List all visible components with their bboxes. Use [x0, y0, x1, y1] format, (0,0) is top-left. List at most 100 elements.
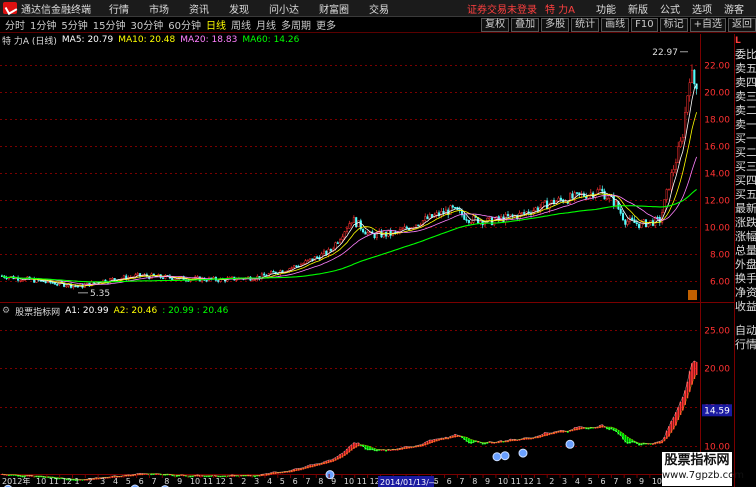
candle-body: [621, 213, 625, 221]
quote-field[interactable]: 卖三: [735, 90, 756, 104]
price-axis-label: 20.00: [704, 89, 730, 99]
candle-body: [329, 249, 332, 251]
candle-body: [56, 284, 59, 286]
date-axis-label: 4: [575, 477, 580, 486]
ma10-line: [1, 112, 697, 287]
candle-body: [488, 217, 491, 219]
candle-body: [470, 222, 473, 224]
quote-field[interactable]: 涨幅: [735, 230, 756, 244]
kline-chart[interactable]: 22.0020.0018.0016.0014.0012.0010.008.006…: [0, 0, 734, 487]
candle-body: [665, 189, 668, 200]
quote-field[interactable]: 买三: [735, 160, 756, 174]
candle-body: [543, 200, 546, 203]
quote-field[interactable]: 换手: [735, 272, 756, 286]
info-mine-icon: [688, 290, 697, 300]
quote-field[interactable]: 外盘: [735, 258, 756, 272]
quote-field[interactable]: 最新: [735, 202, 756, 216]
candle-body: [559, 197, 562, 201]
candle-body: [304, 260, 307, 264]
candle-body: [171, 277, 174, 281]
date-axis-label: 6: [139, 477, 144, 486]
sub-axis-label: 25.00: [704, 327, 730, 337]
quote-field[interactable]: 行情: [735, 338, 756, 352]
quote-field[interactable]: 买二: [735, 146, 756, 160]
candle-body: [355, 217, 358, 228]
quote-field[interactable]: 总量: [735, 244, 756, 258]
candle-body: [571, 193, 574, 199]
candle-body: [113, 278, 116, 281]
panel-badge: L: [735, 36, 741, 46]
candle-body: [681, 137, 684, 142]
candle-body: [506, 214, 510, 217]
date-axis-label: 10: [190, 477, 200, 486]
date-axis-label: 10: [36, 477, 46, 486]
date-axis-label: 7: [151, 477, 156, 486]
candle-body: [334, 242, 337, 250]
candle-body: [644, 219, 648, 227]
date-axis-label: 11: [203, 477, 213, 486]
sub-axis-label: 10.00: [704, 443, 730, 453]
candle-body: [357, 220, 360, 228]
current-value-tag-label: 14.59: [704, 406, 730, 416]
quote-field[interactable]: 卖四: [735, 76, 756, 90]
candle-body: [626, 220, 629, 225]
candle-body: [424, 216, 427, 221]
date-axis-label: 6: [293, 477, 298, 486]
quote-field[interactable]: 涨跌: [735, 216, 756, 230]
candle-body: [111, 278, 114, 280]
quote-field[interactable]: 卖一: [735, 118, 756, 132]
candle-body: [541, 201, 544, 208]
candle-body: [624, 219, 627, 225]
quote-field[interactable]: 买五: [735, 188, 756, 202]
candle-body: [316, 256, 319, 259]
sub-axis-label: 20.00: [704, 365, 730, 375]
candle-body: [467, 220, 470, 223]
quote-field[interactable]: 卖二: [735, 104, 756, 118]
quote-field[interactable]: 收益: [735, 300, 756, 314]
date-axis-label: 2: [87, 477, 92, 486]
date-axis-label: 6: [447, 477, 452, 486]
candle-body: [509, 214, 512, 217]
candle-body: [679, 140, 682, 148]
quote-field[interactable]: 卖五: [735, 62, 756, 76]
candle-body: [290, 267, 293, 269]
candle-body: [523, 212, 526, 214]
candle-body: [205, 280, 208, 282]
date-axis-label: 7: [459, 477, 464, 486]
candle-body: [656, 216, 659, 219]
candle-body: [364, 231, 367, 235]
candle-body: [605, 198, 608, 200]
date-axis-label: 5: [588, 477, 593, 486]
sub-indicator-title[interactable]: 股票指标网: [15, 305, 60, 318]
candle-body: [670, 172, 673, 190]
quote-field[interactable]: 净资: [735, 286, 756, 300]
candle-body: [309, 258, 312, 261]
quote-field-list: 委比 卖五 卖四 卖三 卖二 卖一 买一 买二 买三 买四 买五 最新 涨跌 涨幅 总量 外盘 换手 净资 收益自动…: [735, 48, 756, 352]
date-axis-label: 1: [536, 477, 541, 486]
candle-body: [122, 275, 125, 279]
candle-body: [336, 242, 339, 244]
candle-body: [440, 211, 443, 216]
quote-field[interactable]: 买四: [735, 174, 756, 188]
signal-marker-icon: [500, 451, 510, 461]
quote-field[interactable]: 买一: [735, 132, 756, 146]
date-axis-label: 9: [485, 477, 490, 486]
candle-body: [417, 224, 420, 227]
quote-field[interactable]: 自动: [735, 324, 756, 338]
settings-icon[interactable]: ⚙: [2, 306, 10, 316]
date-axis-label: 10: [498, 477, 508, 486]
quote-field[interactable]: 委比: [735, 48, 756, 62]
candle-body: [217, 280, 220, 282]
a1-line: [1, 360, 697, 481]
date-axis-label: 5: [126, 477, 131, 486]
signal-marker-icon: [565, 439, 575, 449]
date-axis-label: 8: [164, 477, 169, 486]
candle-body: [19, 280, 22, 282]
date-axis-label: 7: [305, 477, 310, 486]
candle-body: [431, 214, 434, 218]
ma5-value: MA5: 20.79: [61, 35, 114, 45]
candle-body: [601, 188, 604, 192]
ma20-line: [1, 156, 697, 285]
date-axis-label: 12: [524, 477, 534, 486]
date-axis-start: 2012年: [2, 476, 30, 486]
